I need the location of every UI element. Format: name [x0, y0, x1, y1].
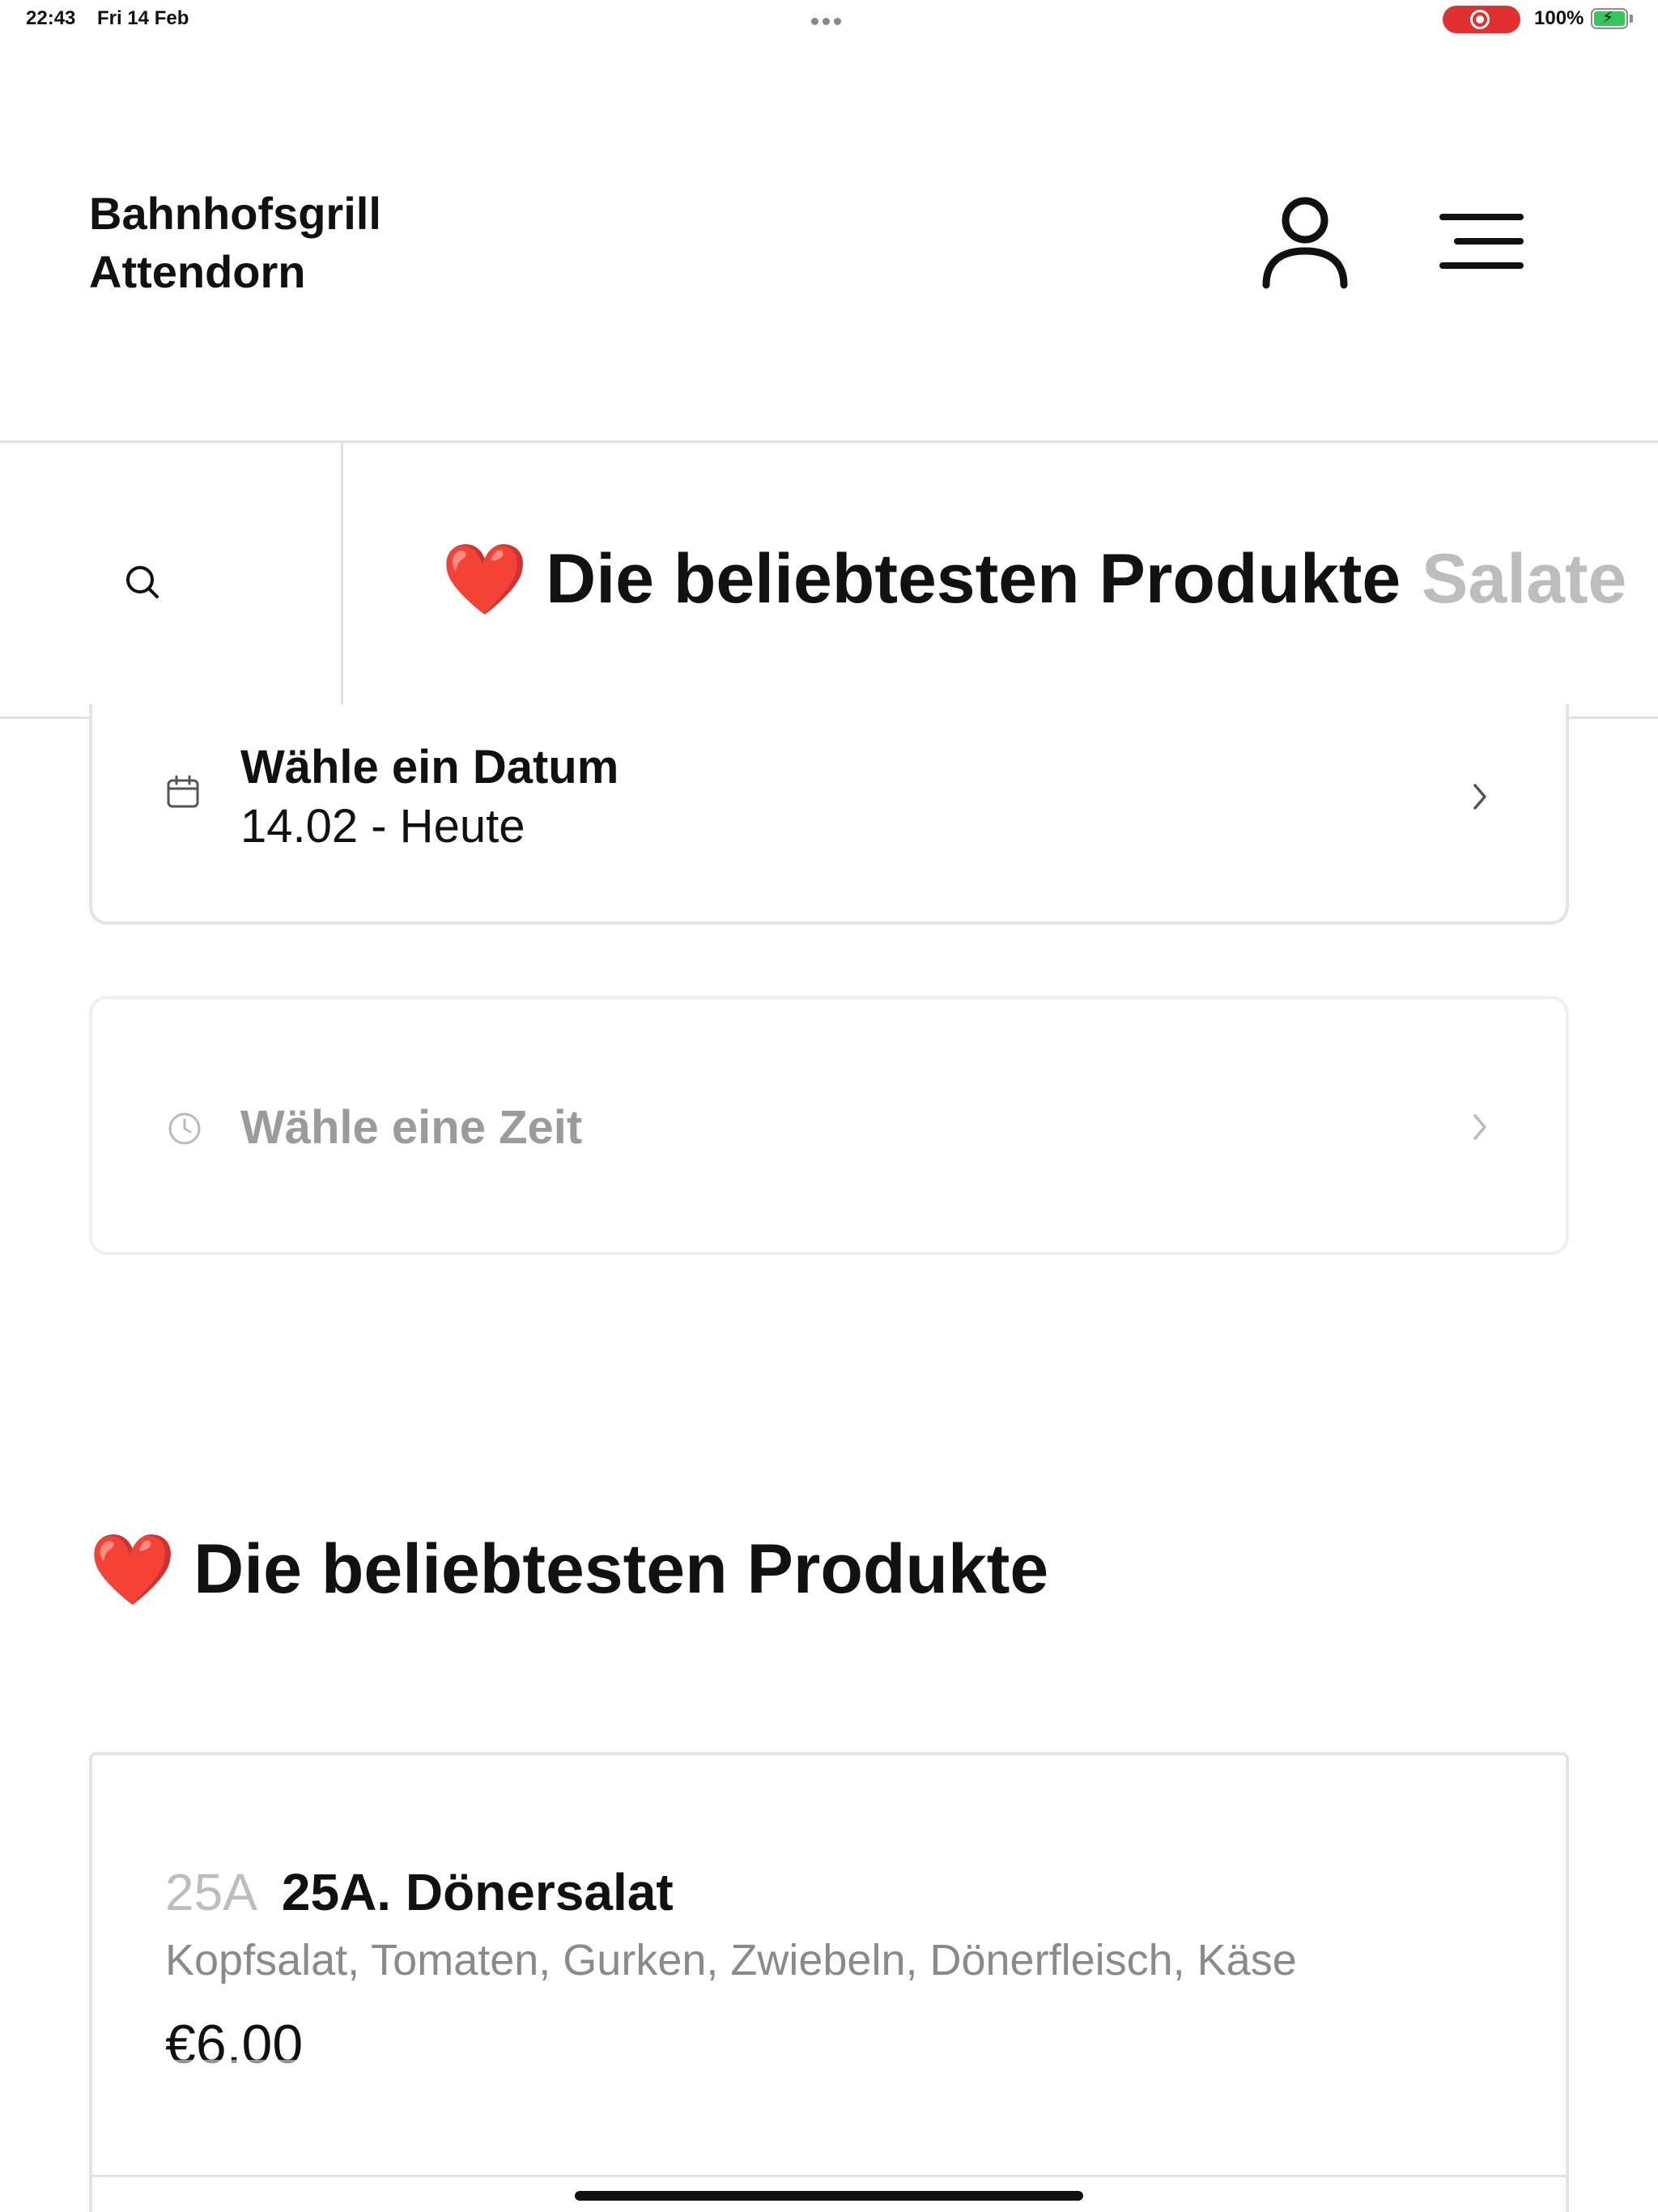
home-indicator[interactable]	[575, 2191, 1083, 2201]
product-card-fade	[92, 2060, 1566, 2212]
category-bar: ❤️ Die beliebtesten Produkte Salate	[0, 440, 1658, 719]
heart-icon: ❤️	[89, 1530, 176, 1609]
hamburger-menu-icon	[1439, 214, 1524, 269]
date-picker-title: Wähle ein Datum	[240, 741, 619, 793]
product-description: Kopfsalat, Tomaten, Gurken, Zwiebeln, Dö…	[165, 1936, 1297, 1984]
time-picker-label: Wähle eine Zeit	[240, 1101, 583, 1154]
product-card[interactable]: 25A 25A. Dönersalat Kopfsalat, Tomaten, …	[89, 1752, 1569, 2212]
clock-icon	[168, 1112, 201, 1145]
date-picker-value: 14.02 - Heute	[240, 800, 525, 853]
multitasking-dots-icon[interactable]	[811, 15, 847, 25]
menu-button[interactable]	[1433, 202, 1530, 280]
status-bar: 22:43 Fri 14 Feb 100% ⚡	[0, 0, 1658, 39]
user-icon	[1262, 197, 1348, 289]
section-title-label: Die beliebtesten Produkte	[193, 1529, 1049, 1608]
time-picker-card[interactable]: Wähle eine Zeit	[89, 996, 1569, 1255]
chevron-right-icon	[1473, 1114, 1486, 1140]
battery-cap	[1630, 15, 1633, 23]
tab-salate-label: Salate	[1422, 539, 1627, 618]
tab-popular-products[interactable]: ❤️ Die beliebtesten Produkte	[441, 538, 1401, 619]
status-date: Fri 14 Feb	[97, 7, 189, 29]
chevron-right-icon	[1473, 784, 1486, 810]
screen-recording-icon[interactable]	[1443, 6, 1520, 33]
status-time: 22:43	[26, 7, 76, 29]
store-name[interactable]: Bahnhofsgrill Attendorn	[89, 185, 510, 301]
product-number: 25A	[165, 1863, 257, 1921]
battery-percentage: 100%	[1534, 7, 1584, 29]
tab-salate[interactable]: Salate	[1422, 538, 1626, 619]
card-divider	[92, 2175, 1566, 2177]
calendar-icon	[167, 775, 199, 808]
section-title: ❤️ Die beliebtesten Produkte	[89, 1529, 1048, 1610]
product-header: 25A 25A. Dönersalat	[165, 1862, 674, 1922]
heart-icon: ❤️	[441, 540, 529, 619]
date-picker-card[interactable]: Wähle ein Datum 14.02 - Heute	[89, 704, 1569, 925]
product-name: 25A. Dönersalat	[281, 1863, 674, 1921]
account-button[interactable]	[1260, 191, 1350, 291]
search-button[interactable]	[0, 443, 343, 717]
search-icon	[126, 566, 159, 598]
battery-icon: ⚡	[1591, 8, 1628, 29]
tab-popular-label: Die beliebtesten Produkte	[546, 539, 1401, 618]
